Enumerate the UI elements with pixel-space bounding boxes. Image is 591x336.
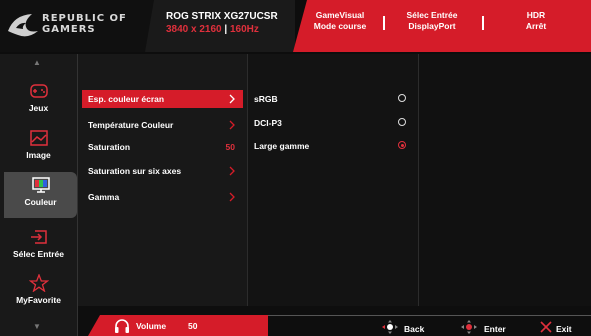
sidebar-item-jeux[interactable]: Jeux (0, 78, 77, 124)
settings-menu: Esp. couleur écran Température Couleur S… (78, 54, 248, 306)
rog-eye-icon (8, 14, 38, 37)
scroll-up-icon[interactable]: ▲ (33, 58, 41, 67)
volume-label: Volume (136, 321, 167, 331)
status-value: Mode course (313, 21, 367, 31)
sidebar-item-label: MyFavorite (16, 295, 61, 305)
sidebar-item-myfavorite[interactable]: MyFavorite (0, 270, 77, 316)
menu-item-label: Gamma (88, 192, 120, 202)
chevron-right-icon (229, 120, 235, 130)
model-info: ROG STRIX XG27UCSR 3840 x 2160 | 160Hz (166, 11, 278, 35)
sidebar-item-label: Sélec Entrée (12, 249, 65, 259)
menu-item-color-space[interactable]: Esp. couleur écran (82, 90, 243, 108)
close-icon (540, 321, 552, 333)
exit-label: Exit (556, 324, 572, 334)
sidebar-item-image[interactable]: Image (0, 125, 77, 171)
resolution: 3840 x 2160 (166, 24, 222, 35)
status-gamevisual: GameVisual Mode course (295, 10, 385, 32)
star-icon (28, 274, 49, 292)
brand-name: REPUBLIC OF GAMERS (42, 13, 127, 35)
headphones-icon (115, 319, 129, 333)
option-label: sRGB (254, 94, 278, 104)
saturation-value: 50 (225, 142, 235, 152)
header: REPUBLIC OF GAMERS ROG STRIX XG27UCSR 38… (0, 0, 591, 52)
status-divider (482, 16, 484, 30)
brand-line-2: GAMERS (42, 24, 96, 35)
input-select-icon (30, 230, 47, 244)
radio-button[interactable] (398, 118, 406, 126)
scroll-down-icon[interactable]: ▼ (33, 322, 41, 331)
sidebar-item-couleur[interactable]: Couleur (4, 172, 77, 218)
status-title: HDR (526, 10, 546, 20)
brand-line-1: REPUBLIC OF (42, 13, 127, 24)
sidebar-item-label: Jeux (28, 103, 49, 113)
status-divider (383, 16, 385, 30)
chevron-right-icon (229, 192, 235, 202)
sidebar-item-selec-entree[interactable]: Sélec Entrée (0, 224, 77, 270)
option-large-gamme[interactable]: Large gamme (254, 137, 414, 155)
status-title: GameVisual (315, 10, 365, 20)
sidebar-item-label: Image (26, 150, 51, 160)
menu-item-saturation[interactable]: Saturation 50 (82, 138, 243, 156)
menu-item-label: Température Couleur (88, 120, 174, 130)
menu-item-six-axis-saturation[interactable]: Saturation sur six axes (82, 162, 243, 180)
option-label: Large gamme (254, 141, 310, 151)
radio-button[interactable] (398, 94, 406, 102)
status-value: DisplayPort (408, 21, 456, 31)
footer-divider (268, 315, 591, 316)
menu-item-label: Saturation sur six axes (88, 166, 182, 176)
sidebar: ▲ Jeux Image Couleur Sélec Entrée MyFavo… (0, 54, 78, 336)
monitor-color-icon (31, 177, 50, 193)
refresh-rate: 160Hz (230, 24, 259, 35)
osd-screen: REPUBLIC OF GAMERS ROG STRIX XG27UCSR 38… (0, 0, 591, 336)
sidebar-item-label: Couleur (24, 197, 57, 207)
menu-item-gamma[interactable]: Gamma (82, 188, 243, 206)
chevron-right-icon (229, 166, 235, 176)
footer: Volume 50 Back Enter Exit (78, 306, 591, 336)
empty-panel (419, 54, 591, 306)
option-dci-p3[interactable]: DCI-P3 (254, 114, 414, 132)
joystick-back-icon (382, 320, 398, 334)
status-input: Sélec Entrée DisplayPort (387, 10, 477, 32)
model-name: ROG STRIX XG27UCSR (166, 11, 278, 22)
rog-logo: REPUBLIC OF GAMERS (0, 0, 154, 52)
options-panel: sRGB DCI-P3 Large gamme (248, 54, 419, 306)
status-value: Arrêt (525, 21, 547, 31)
status-title: Sélec Entrée (406, 10, 458, 20)
gamepad-icon (29, 84, 48, 98)
menu-item-label: Esp. couleur écran (88, 94, 165, 104)
option-srgb[interactable]: sRGB (254, 90, 414, 108)
image-icon (29, 130, 48, 146)
status-hdr: HDR Arrêt (491, 10, 581, 32)
menu-item-label: Saturation (88, 142, 131, 152)
volume-value: 50 (188, 321, 198, 331)
radio-button-selected[interactable] (398, 141, 406, 149)
menu-item-color-temperature[interactable]: Température Couleur (82, 116, 243, 134)
option-label: DCI-P3 (254, 118, 282, 128)
joystick-enter-icon (461, 320, 477, 334)
chevron-right-icon (229, 94, 235, 104)
enter-label: Enter (484, 324, 506, 334)
back-label: Back (404, 324, 425, 334)
